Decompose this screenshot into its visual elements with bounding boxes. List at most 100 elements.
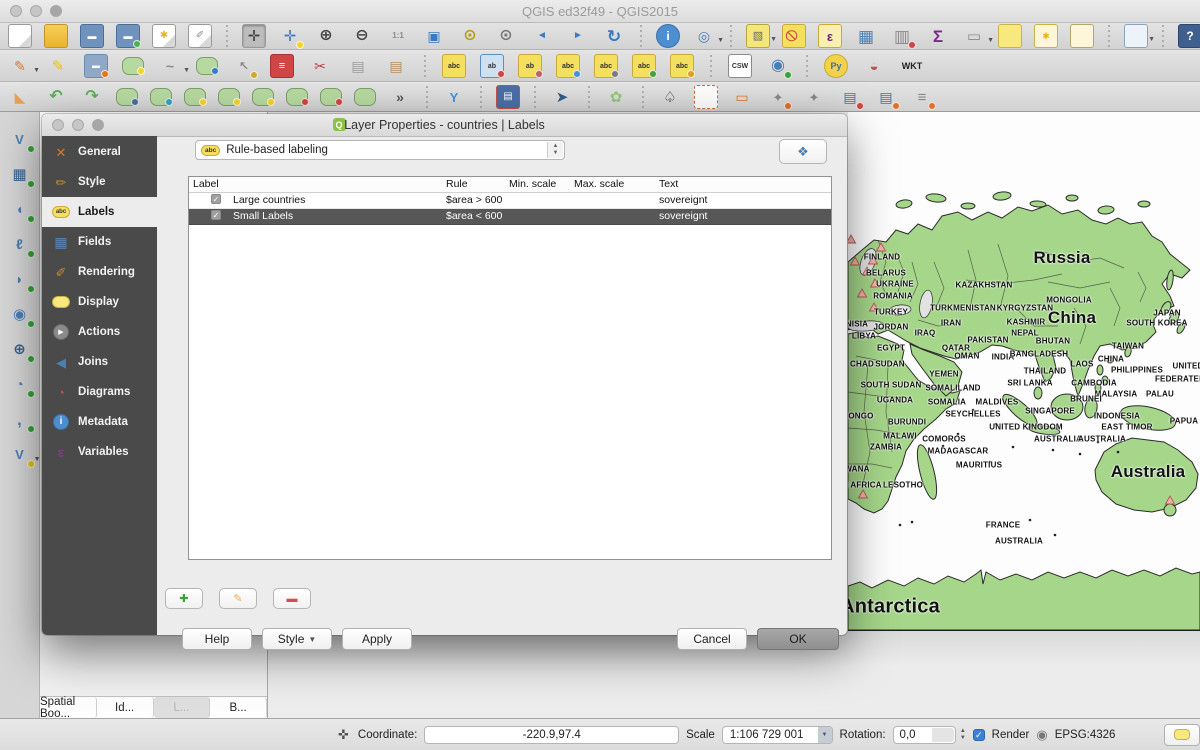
add-mssql-layer-icon[interactable]: ◗ — [7, 266, 33, 292]
map-tips-icon[interactable] — [998, 24, 1022, 48]
metasearch-icon[interactable]: ◉ — [766, 54, 790, 78]
sidebar-item-variables[interactable]: εVariables — [42, 437, 157, 467]
move-label-icon[interactable]: abc — [594, 54, 618, 78]
new-composer-icon[interactable]: ✱ — [152, 24, 176, 48]
statistics-icon[interactable]: ▥ — [890, 24, 914, 48]
scale-dropdown-icon[interactable]: ▼ — [818, 727, 832, 743]
toggle-editing-icon[interactable]: ✎ — [46, 54, 70, 78]
python-console-icon[interactable]: Py — [824, 54, 848, 78]
node-tool-icon[interactable]: ~▼ — [158, 54, 182, 78]
sidebar-item-metadata[interactable]: iMetadata — [42, 407, 157, 437]
add-wms-layer-icon[interactable]: ⊕ — [7, 336, 33, 362]
label-rules-table[interactable]: LabelRuleMin. scaleMax. scaleText✓Large … — [188, 176, 832, 560]
merge-features-icon[interactable] — [354, 88, 376, 106]
copy-features-icon[interactable]: ▤ — [346, 54, 370, 78]
zoom-in-icon[interactable]: ⊕ — [314, 24, 338, 48]
save-layer-edits-icon[interactable]: ▬ — [84, 54, 108, 78]
help-contents-icon[interactable]: ? — [1178, 24, 1200, 48]
save-project-icon[interactable]: ▬ — [80, 24, 104, 48]
processing-rocket-icon[interactable]: ➤ — [550, 85, 574, 109]
zoom-full-icon[interactable]: ▣ — [422, 24, 446, 48]
add-map-layer-icon[interactable]: ▤ — [838, 85, 862, 109]
show-bookmarks-icon[interactable] — [1070, 24, 1094, 48]
apply-button[interactable]: Apply — [342, 628, 412, 650]
map-canvas[interactable]: RussiaChinaAustraliaAntarcticaFINLANDBEL… — [848, 112, 1200, 631]
sidebar-item-labels[interactable]: abcLabels — [42, 197, 157, 227]
chevron-down-icon[interactable]: ▼ — [33, 67, 40, 74]
select-spinner-icon[interactable]: ▲▼ — [547, 142, 563, 158]
wand-icon[interactable]: ✦ — [802, 85, 826, 109]
simplify-feature-icon[interactable] — [116, 88, 138, 106]
rule-row[interactable]: ✓Small Labels$area < 600sovereignt — [189, 209, 831, 225]
sidebar-item-diagrams[interactable]: ◔Diagrams — [42, 377, 157, 407]
add-delimited-text-icon[interactable]: , — [7, 406, 33, 432]
split-features-icon[interactable]: Y — [442, 85, 466, 109]
zoom-out-icon[interactable]: ⊖ — [350, 24, 374, 48]
csw-icon[interactable]: CSW — [728, 54, 752, 78]
identify-features-icon[interactable]: i — [656, 24, 680, 48]
add-feature-icon[interactable] — [122, 57, 144, 75]
style-menu-button[interactable]: Style ▼ — [262, 628, 332, 650]
add-vector-layer-icon[interactable]: V — [7, 126, 33, 152]
add-layer-group-icon[interactable]: ≡ — [910, 85, 934, 109]
change-label-icon[interactable]: abc — [670, 54, 694, 78]
style-manager-icon[interactable]: ◒ — [862, 54, 886, 78]
render-checkbox[interactable]: ✓ — [973, 729, 985, 741]
zoom-to-selection-icon[interactable]: ⊙ — [458, 24, 482, 48]
panel-tab[interactable]: Spatial Boo... — [40, 697, 97, 718]
labeling-engine-settings-button[interactable]: ❖ — [779, 139, 827, 164]
coordinate-input[interactable]: -220.9,97.4 — [424, 726, 679, 744]
composer-template-icon[interactable]: ▤ — [496, 85, 520, 109]
crs-globe-icon[interactable]: ◉ — [1036, 727, 1047, 743]
composer-manager-icon[interactable]: ✐ — [188, 24, 212, 48]
pin-labels-icon[interactable]: ab — [518, 54, 542, 78]
dialog-titlebar[interactable]: Q Layer Properties - countries | Labels — [42, 114, 847, 137]
wand-pin-icon[interactable]: ✦ — [766, 85, 790, 109]
panel-tab[interactable]: L... — [154, 697, 211, 718]
new-project-icon[interactable] — [8, 24, 32, 48]
sidebar-item-joins[interactable]: ◀Joins — [42, 347, 157, 377]
panel-tab[interactable]: B... — [210, 697, 267, 718]
rule-checkbox[interactable]: ✓ — [211, 210, 221, 220]
delete-selected-icon[interactable]: ≡ — [270, 54, 294, 78]
add-wcs-layer-icon[interactable]: ◔ — [7, 371, 33, 397]
new-bookmark-icon[interactable]: ✱ — [1034, 24, 1058, 48]
delete-ring-icon[interactable] — [252, 88, 274, 106]
chevron-down-icon[interactable]: ▼ — [987, 37, 994, 44]
pan-to-selection-icon[interactable]: ✛ — [278, 24, 302, 48]
fill-ring-icon[interactable] — [218, 88, 240, 106]
rectangle-extent-icon[interactable]: ▭ — [730, 85, 754, 109]
open-project-icon[interactable] — [44, 24, 68, 48]
add-raster-layer-icon[interactable]: ▦ — [7, 161, 33, 187]
help-button[interactable]: Help — [182, 628, 252, 650]
zoom-last-icon[interactable]: ◄ — [530, 24, 554, 48]
select-region-icon[interactable] — [694, 85, 718, 109]
chevron-down-icon[interactable]: ▼ — [717, 37, 724, 44]
current-edits-icon[interactable]: ✎▼ — [8, 54, 32, 78]
chevron-down-icon[interactable]: ▼ — [183, 67, 190, 74]
reshape-features-icon[interactable] — [320, 88, 342, 106]
add-oracle-layer-icon[interactable]: ◉ — [7, 301, 33, 327]
rule-row[interactable]: ✓Large countries$area > 600sovereignt — [189, 193, 831, 209]
plugin-icon[interactable]: ✿ — [604, 85, 628, 109]
cut-features-icon[interactable]: ✂ — [308, 54, 332, 78]
sidebar-item-rendering[interactable]: ✐Rendering — [42, 257, 157, 287]
rotation-stepper[interactable]: ▲▼ — [960, 728, 966, 741]
deselect-features-icon[interactable]: ⃠ — [782, 24, 806, 48]
annotation-icon[interactable]: ▼ — [1124, 24, 1148, 48]
delete-part-icon[interactable] — [286, 88, 308, 106]
labeling-icon[interactable]: ab — [480, 54, 504, 78]
add-part-icon[interactable] — [184, 88, 206, 106]
select-by-expression-icon[interactable]: ε — [818, 24, 842, 48]
sidebar-item-general[interactable]: ✕General — [42, 137, 157, 167]
coordinate-capture-icon[interactable]: ✜ — [338, 727, 349, 743]
spade-tool-icon[interactable]: ♤ — [658, 85, 682, 109]
redo-icon[interactable]: ↷ — [80, 85, 104, 109]
run-feature-action-icon[interactable]: ◎▼ — [692, 24, 716, 48]
zoom-next-icon[interactable]: ► — [566, 24, 590, 48]
remove-rule-button[interactable]: ▬ — [273, 588, 311, 609]
edit-rule-button[interactable]: ✎ — [219, 588, 257, 609]
chevron-down-icon[interactable]: ▼ — [770, 36, 777, 43]
sidebar-item-actions[interactable]: ▶Actions — [42, 317, 157, 347]
cancel-button[interactable]: Cancel — [677, 628, 747, 650]
